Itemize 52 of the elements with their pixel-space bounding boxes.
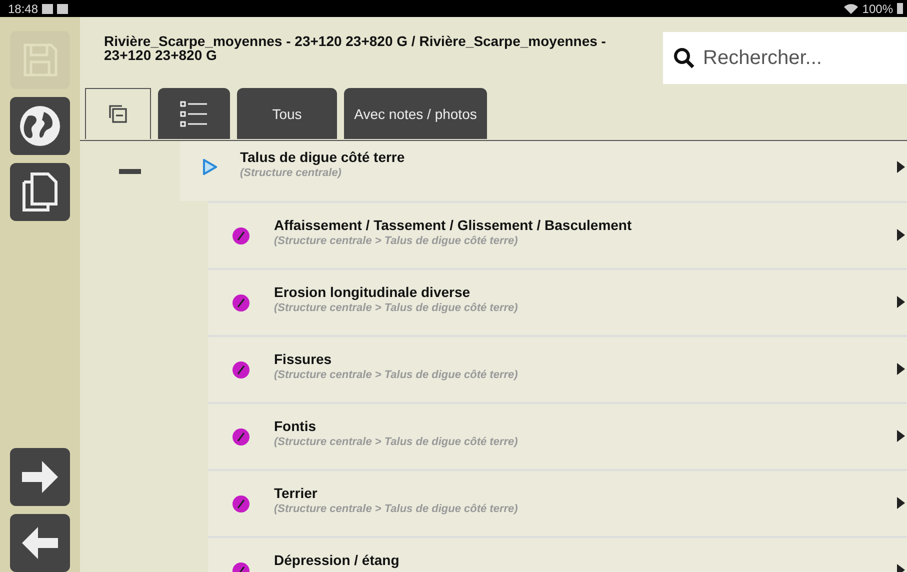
chevron-right-icon[interactable] (897, 229, 905, 241)
clock-time: 18:48 (8, 2, 38, 16)
search-field[interactable]: Rechercher... (663, 32, 907, 84)
play-triangle-icon (203, 159, 217, 175)
tree-row[interactable]: Fontis (Structure centrale > Talus de digue côté terre) (208, 402, 907, 469)
row-title: Dépression / étang (274, 552, 400, 568)
row-path: (Structure centrale > Talus de digue côté terre) (274, 302, 519, 314)
filter-tab[interactable]: Avec notes / photos (344, 88, 487, 139)
row-title: Terrier (274, 485, 318, 501)
collapse-all-icon (108, 104, 128, 124)
tree-row[interactable]: Terrier (Structure centrale > Talus de digue côté terre) (208, 469, 907, 536)
globe-button[interactable] (10, 97, 70, 155)
ball-icon (232, 428, 250, 446)
collapse-toggle[interactable] (119, 168, 141, 174)
battery-icon (897, 3, 903, 14)
tree-row[interactable]: Affaissement / Tassement / Glissement / Basculement (Structure centrale > Talus de digue côté terre) (208, 201, 907, 268)
ball-icon (232, 294, 250, 312)
row-title: Affaissement / Tassement / Glissement / Basculement (274, 217, 633, 233)
battery-percentage: 100% (862, 2, 893, 16)
row-title: Erosion longitudinale diverse (274, 284, 472, 300)
search-input[interactable]: Rechercher... (701, 46, 895, 70)
tree-row[interactable]: Fissures (Structure centrale > Talus de digue côté terre) (208, 335, 907, 402)
tree-row[interactable]: Talus de digue côté terre (Structure centrale) (180, 141, 907, 201)
row-title: Fontis (274, 418, 317, 434)
search-icon (673, 47, 695, 69)
chevron-right-icon[interactable] (897, 497, 905, 509)
row-path: (Structure centrale > Talus de digue côté terre) (274, 503, 519, 515)
tree-row[interactable]: Erosion longitudinale diverse (Structure centrale > Talus de digue côté terre) (208, 268, 907, 335)
list-icon (179, 100, 209, 128)
page-title: Rivière_Scarpe_moyennes - 23+120 23+820 G / Rivière_Scarpe_moyennes - 23+120 23+820 G (103, 32, 607, 62)
forward-button[interactable] (10, 448, 70, 506)
copy-button[interactable] (10, 163, 70, 221)
row-title: Talus de digue côté terre (240, 149, 406, 165)
row-title: Fissures (274, 351, 333, 367)
chevron-right-icon[interactable] (897, 430, 905, 442)
ball-icon (232, 227, 250, 245)
row-path: (Structure centrale) (240, 167, 342, 179)
chevron-right-icon[interactable] (897, 161, 905, 173)
filter-tab[interactable]: Tous (237, 88, 337, 139)
back-button[interactable] (10, 514, 70, 572)
copy-icon (20, 170, 60, 214)
row-path: (Structure centrale > Talus de digue côté terre) (274, 235, 519, 247)
tree-row[interactable]: Dépression / étang (208, 536, 907, 572)
row-path: (Structure centrale > Talus de digue côté terre) (274, 369, 519, 381)
chevron-right-icon[interactable] (897, 296, 905, 308)
list-button[interactable] (158, 88, 230, 139)
collapse-button[interactable] (85, 88, 151, 139)
wifi-icon (844, 4, 858, 14)
row-path: (Structure centrale > Talus de digue côté terre) (274, 436, 519, 448)
ball-icon (232, 361, 250, 379)
chevron-right-icon[interactable] (897, 363, 905, 375)
ball-icon (232, 495, 250, 513)
